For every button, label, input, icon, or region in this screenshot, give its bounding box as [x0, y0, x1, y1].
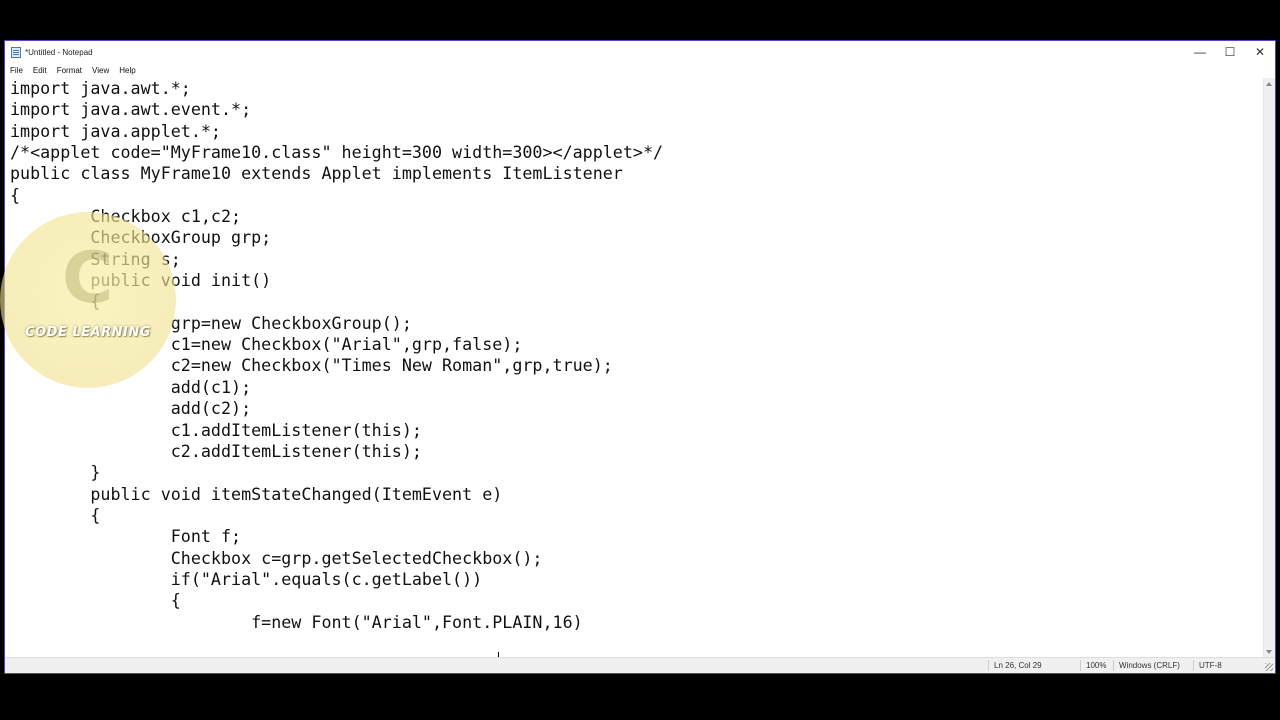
notepad-window: *Untitled - Notepad — ☐ ✕ File Edit Form…: [4, 40, 1276, 674]
code-line: {: [10, 590, 181, 611]
code-line: public void itemStateChanged(ItemEvent e…: [10, 483, 503, 504]
code-line: c2.addItemListener(this);: [10, 440, 422, 461]
code-line: import java.applet.*;: [10, 120, 221, 141]
code-line: c2=new Checkbox("Times New Roman",grp,tr…: [10, 355, 613, 376]
title-bar: *Untitled - Notepad — ☐ ✕: [5, 41, 1275, 63]
scroll-down-arrow-icon[interactable]: [1266, 650, 1272, 654]
code-line: String s;: [10, 248, 181, 269]
menu-edit[interactable]: Edit: [28, 66, 52, 75]
zoom-level: 100%: [1080, 660, 1106, 671]
menu-bar: File Edit Format View Help: [5, 63, 1275, 77]
menu-view[interactable]: View: [87, 66, 114, 75]
code-line: Checkbox c=grp.getSelectedCheckbox();: [10, 547, 543, 568]
code-line: c1=new Checkbox("Arial",grp,false);: [10, 334, 523, 355]
code-line: import java.awt.*;: [10, 78, 191, 98]
line-ending: Windows (CRLF): [1113, 660, 1180, 671]
code-line: Font f;: [10, 526, 242, 547]
menu-format[interactable]: Format: [52, 66, 87, 75]
cursor-position: Ln 26, Col 29: [988, 660, 1042, 671]
notepad-app-icon: [11, 46, 21, 58]
code-line: c1.addItemListener(this);: [10, 419, 422, 440]
encoding: UTF-8: [1193, 660, 1222, 671]
close-button[interactable]: ✕: [1245, 41, 1275, 63]
code-line: public void init(): [10, 270, 272, 291]
code-line: import java.awt.event.*;: [10, 99, 252, 120]
window-title: *Untitled - Notepad: [25, 47, 93, 57]
resize-grip-icon[interactable]: [1265, 663, 1273, 671]
code-line: }: [10, 462, 101, 483]
code-line: {: [10, 184, 21, 205]
code-line: add(c1);: [10, 376, 252, 397]
code-line: public class MyFrame10 extends Applet im…: [10, 163, 623, 184]
code-line: add(c2);: [10, 398, 252, 419]
window-controls: — ☐ ✕: [1185, 41, 1275, 63]
minimize-button[interactable]: —: [1185, 41, 1215, 63]
code-line: f=new Font("Arial",Font.PLAIN,16): [10, 611, 583, 632]
maximize-button[interactable]: ☐: [1215, 41, 1245, 63]
status-bar: Ln 26, Col 29 100% Windows (CRLF) UTF-8: [5, 657, 1275, 673]
code-text[interactable]: import java.awt.*; import java.awt.event.…: [10, 78, 663, 633]
code-line: {: [10, 504, 101, 525]
text-editor-area[interactable]: import java.awt.*; import java.awt.event.…: [5, 78, 1261, 658]
code-line: grp=new CheckboxGroup();: [10, 312, 412, 333]
menu-help[interactable]: Help: [114, 66, 140, 75]
code-line: /*<applet code="MyFrame10.class" height=…: [10, 142, 664, 163]
code-line: CheckboxGroup grp;: [10, 227, 272, 248]
vertical-scrollbar[interactable]: [1263, 78, 1275, 658]
code-line: if("Arial".equals(c.getLabel()): [10, 568, 483, 589]
menu-file[interactable]: File: [5, 66, 28, 75]
code-line: {: [10, 291, 101, 312]
code-line: Checkbox c1,c2;: [10, 206, 242, 227]
scroll-up-arrow-icon[interactable]: [1266, 82, 1272, 86]
